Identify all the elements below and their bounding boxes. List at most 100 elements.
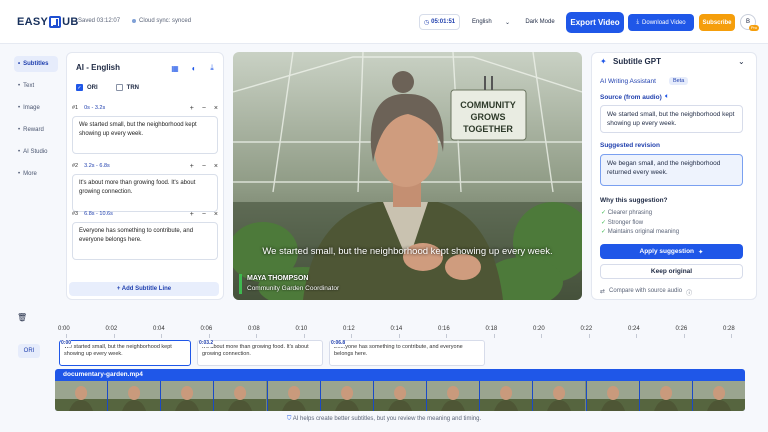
- sidebar-item-label: Image: [23, 105, 40, 111]
- segment-text[interactable]: Everyone has something to contribute, an…: [72, 222, 218, 260]
- minus-icon[interactable]: −: [202, 163, 206, 170]
- tick-mark: [161, 334, 162, 338]
- logo-box-icon: [49, 16, 62, 28]
- video-preview[interactable]: COMMUNITY GROWS TOGETHER We started smal…: [233, 52, 582, 300]
- download-label: Download Video: [642, 19, 686, 26]
- minus-icon[interactable]: −: [202, 105, 206, 112]
- keep-original-button[interactable]: Keep original: [600, 264, 743, 279]
- suggested-label: Suggested revision: [600, 142, 660, 149]
- subtitle-segment[interactable]: #3 6.8s - 10.6s + − × Everyone has something…: [72, 209, 218, 260]
- footer-note: ⛉ AI helps create better subtitles, but …: [0, 416, 768, 423]
- ori-label: ORI: [87, 84, 98, 91]
- plus-icon[interactable]: +: [190, 163, 194, 170]
- subtitle-segment[interactable]: #1 0s - 3.2s + − × We started small, but the…: [72, 103, 218, 154]
- sidebar-item-text[interactable]: • Text: [14, 78, 58, 94]
- video-thumbnail: [55, 381, 108, 411]
- compare-audio-link[interactable]: ⇄ Compare with source audio ⓘ: [600, 288, 692, 297]
- panel-title: AI - English: [76, 63, 120, 72]
- logo[interactable]: EASY UB: [17, 16, 79, 28]
- timeline-cue[interactable]: 0:00 We started small, but the neighborho…: [59, 340, 191, 366]
- sign-line-3: TOGETHER: [463, 124, 513, 134]
- beta-badge: Beta: [669, 77, 689, 85]
- video-thumbnail: [533, 381, 586, 411]
- sparkle-icon: ✦: [698, 248, 704, 256]
- video-file-name: documentary-garden.mp4: [63, 371, 143, 378]
- reason-list: ✓ Clearer phrasing ✓ Stronger flow ✓ Mai…: [601, 209, 679, 238]
- timer-display[interactable]: ◷ 05:01:51: [419, 14, 460, 30]
- saved-status: Saved 03:12:07: [78, 18, 121, 24]
- palette-icon[interactable]: ◐: [189, 63, 199, 73]
- tick-mark: [636, 334, 637, 338]
- track-label-ori[interactable]: ORI: [18, 344, 40, 358]
- reason-text: Maintains original meaning: [607, 229, 680, 235]
- video-thumbnail: [639, 381, 692, 411]
- sidebar-item-subtitles[interactable]: • Subtitles: [14, 56, 58, 72]
- timeline-cue[interactable]: 0:03.2 It's about more than growing food.…: [197, 340, 323, 366]
- suggestion-input[interactable]: We began small, and the neighborhood ret…: [600, 154, 743, 186]
- footer-text: AI helps create better subtitles, but yo…: [292, 416, 482, 422]
- video-thumbnail: [267, 381, 320, 411]
- trn-checkbox[interactable]: [115, 84, 123, 91]
- segment-text[interactable]: We started small, but the neighborhood k…: [72, 116, 218, 154]
- tick-mark: [541, 334, 542, 338]
- grid-icon[interactable]: ▦: [170, 63, 180, 73]
- dark-mode-button[interactable]: Dark Mode: [520, 14, 560, 30]
- plus-icon[interactable]: +: [190, 105, 194, 112]
- cue-text: We started small, but the neighborhood k…: [64, 344, 172, 357]
- ori-checkbox[interactable]: ✓ ORI TRN: [76, 84, 139, 91]
- subtitle-segment[interactable]: #2 3.2s - 6.8s + − × It's about more than gr…: [72, 161, 218, 212]
- speaker-icon[interactable]: 🔈︎: [665, 93, 669, 101]
- export-video-button[interactable]: Export Video: [566, 12, 624, 33]
- close-icon[interactable]: ×: [214, 105, 218, 112]
- segment-text[interactable]: It's about more than growing food. It's …: [72, 174, 218, 212]
- source-text: We started small, but the neighborhood k…: [600, 105, 743, 133]
- close-icon[interactable]: ×: [214, 211, 218, 218]
- shield-icon: ⛉: [286, 416, 292, 422]
- video-track[interactable]: documentary-garden.mp4: [55, 369, 745, 411]
- timeline-cue[interactable]: 0:06.8 Everyone has something to contribu…: [329, 340, 485, 366]
- segment-number: #3: [72, 211, 79, 217]
- cue-start: 0:03.2: [199, 340, 214, 347]
- sidebar-item-more[interactable]: • More: [14, 166, 58, 182]
- clock-icon: ◷: [423, 19, 430, 26]
- video-frame: COMMUNITY GROWS TOGETHER: [233, 52, 582, 300]
- add-subtitle-line-button[interactable]: + Add Subtitle Line: [69, 282, 219, 296]
- logo-text-left: EASY: [17, 16, 49, 28]
- bullet-icon: •: [18, 83, 21, 89]
- video-thumbnail: [373, 381, 427, 411]
- tick-mark: [66, 334, 67, 338]
- download-video-button[interactable]: ⤓ Download Video: [628, 14, 694, 31]
- swap-icon: ⇄: [600, 289, 606, 295]
- tick-label: 0:02: [105, 326, 118, 332]
- tick-label: 0:28: [723, 326, 735, 332]
- tick-label: 0:08: [248, 326, 260, 332]
- tick-mark: [731, 334, 732, 338]
- chevron-down-icon[interactable]: ⌄: [738, 57, 745, 66]
- subscribe-button[interactable]: Subscribe: [699, 14, 735, 31]
- tick-mark: [493, 334, 495, 338]
- sidebar-item-ai-studio[interactable]: • AI Studio: [14, 144, 58, 160]
- language-select[interactable]: English ⌄: [468, 14, 514, 30]
- close-icon[interactable]: ×: [214, 163, 218, 170]
- why-heading: Why this suggestion?: [600, 197, 668, 204]
- video-thumbnail: [161, 381, 214, 411]
- tick-label: 0:12: [343, 326, 355, 332]
- cloud-icon: [132, 19, 136, 23]
- sidebar-item-reward[interactable]: • Reward: [14, 122, 58, 138]
- timeline[interactable]: 0:00 0:02 0:04 0:06 0:08 0:10 0:12 0:14 0:16 0:18…: [0, 318, 768, 420]
- cue-start: 0:00: [61, 340, 72, 347]
- minus-icon[interactable]: −: [202, 211, 206, 218]
- plus-icon[interactable]: +: [190, 211, 194, 218]
- video-thumbnails: [55, 381, 745, 411]
- reason-item: ✓ Stronger flow: [601, 219, 679, 229]
- apply-suggestion-button[interactable]: Apply suggestion ✦: [600, 244, 743, 259]
- tick-mark: [398, 334, 400, 338]
- download-icon[interactable]: ⤓: [207, 63, 217, 73]
- lower-third-bar: [239, 274, 242, 294]
- reason-item: ✓ Maintains original meaning: [601, 228, 679, 238]
- video-thumbnail: [427, 381, 480, 411]
- language-value: English: [472, 19, 492, 25]
- tick-mark: [113, 334, 115, 338]
- sidebar-item-image[interactable]: • Image: [14, 100, 58, 116]
- cloud-sync-label: Cloud sync: synced: [139, 18, 192, 24]
